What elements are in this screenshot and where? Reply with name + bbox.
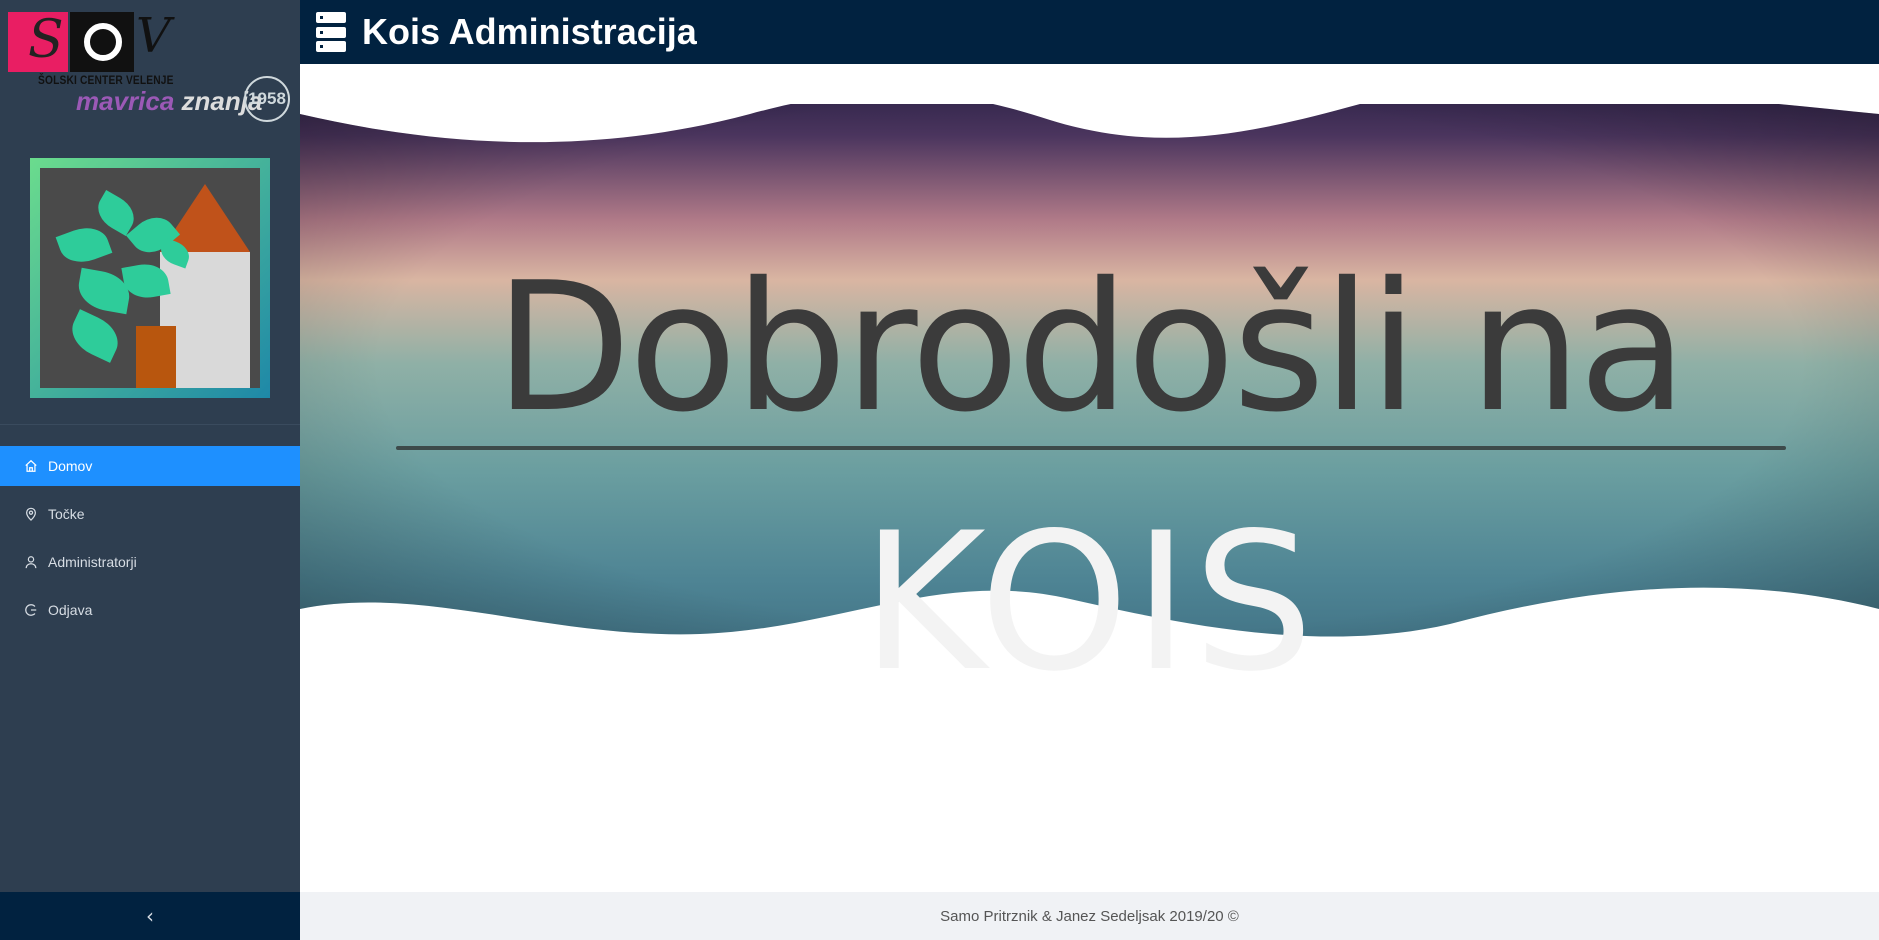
sidebar: S V ŠOLSKI CENTER VELENJE mavrica znanja… xyxy=(0,0,300,940)
scv-logo[interactable]: S V ŠOLSKI CENTER VELENJE mavrica znanja… xyxy=(8,8,296,126)
footer: Samo Pritrznik & Janez Sedeljsak 2019/20… xyxy=(300,892,1879,940)
logout-icon xyxy=(24,603,38,617)
leaf-icon xyxy=(55,220,113,270)
main-content: Dobrodošli na KOIS xyxy=(300,64,1879,892)
sidebar-item-label: Administratorji xyxy=(48,554,137,570)
logo-seal: 1958 xyxy=(244,76,290,122)
banner-divider xyxy=(396,446,1786,450)
sidebar-item-label: Domov xyxy=(48,458,93,474)
footer-credits: Samo Pritrznik & Janez Sedeljsak 2019/20… xyxy=(940,907,1239,925)
sidebar-divider xyxy=(0,424,300,425)
welcome-banner: Dobrodošli na KOIS xyxy=(300,104,1879,784)
welcome-heading: Dobrodošli na xyxy=(494,244,1687,451)
welcome-app-name: KOIS xyxy=(861,492,1318,713)
logo-school-name: ŠOLSKI CENTER VELENJE xyxy=(38,73,174,87)
sidebar-item-domov[interactable]: Domov xyxy=(0,446,300,486)
chevron-left-icon: ‹ xyxy=(146,904,154,928)
logo-s-block: S xyxy=(8,12,68,72)
sidebar-item-label: Točke xyxy=(48,506,85,522)
user-icon xyxy=(24,555,38,569)
server-icon xyxy=(316,12,346,52)
sidebar-item-odjava[interactable]: Odjava xyxy=(0,590,300,630)
home-icon xyxy=(24,459,38,473)
location-pin-icon xyxy=(24,507,38,521)
leaf-icon xyxy=(64,309,126,363)
page-title: Kois Administracija xyxy=(362,11,697,52)
project-avatar xyxy=(30,158,270,398)
sidebar-item-tocke[interactable]: Točke xyxy=(0,494,300,534)
sidebar-nav: Domov Točke Administratorji Odjava xyxy=(0,446,300,638)
logo-tagline-1: mavrica xyxy=(76,86,175,116)
logo-v-glyph: V xyxy=(136,8,171,64)
top-header: Kois Administracija xyxy=(300,0,1879,64)
sidebar-item-label: Odjava xyxy=(48,602,93,618)
logo-tagline: mavrica znanja xyxy=(76,88,262,114)
logo-c-block xyxy=(70,12,134,72)
sidebar-collapse-button[interactable]: ‹ xyxy=(0,892,300,940)
tree-trunk xyxy=(136,326,176,388)
sidebar-item-administratorji[interactable]: Administratorji xyxy=(0,542,300,582)
